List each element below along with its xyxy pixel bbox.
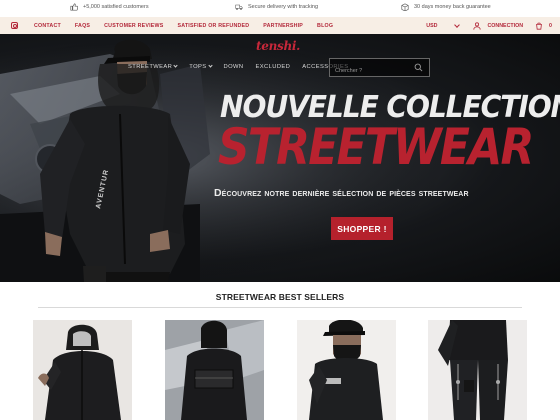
hero-headline-main: STREETWEAR	[218, 118, 534, 176]
thumbs-up-icon	[70, 3, 78, 11]
nav-link-contact[interactable]: CONTACT	[34, 23, 61, 29]
main-nav-label: DOWN	[223, 64, 244, 70]
product-card[interactable]	[165, 320, 264, 420]
nav-link-satisfied-or-refunded[interactable]: SATISFIED OR REFUNDED	[177, 23, 249, 29]
info-secure-delivery: Secure delivery with tracking	[235, 3, 318, 11]
hero-banner: AVENTUR tenshi. STREETWEAR TOPS DOWN EXC…	[0, 34, 560, 282]
delivery-truck-icon	[235, 4, 243, 10]
user-icon[interactable]	[473, 21, 482, 30]
model-photo: AVENTUR	[40, 39, 190, 282]
cart-icon[interactable]	[535, 22, 543, 30]
product-image	[297, 320, 396, 420]
main-nav-label: EXCLUDED	[255, 64, 291, 70]
info-bar: +5,000 satisfied customers Secure delive…	[0, 0, 560, 17]
main-nav-label: STREETWEAR	[128, 64, 173, 70]
main-nav-excluded[interactable]: EXCLUDED	[256, 64, 291, 70]
chevron-down-icon	[454, 21, 461, 28]
info-money-back: 30 days money back guarantee	[401, 3, 491, 11]
product-image	[428, 320, 527, 420]
currency-selector[interactable]: USD	[426, 21, 461, 29]
best-sellers-title: STREETWEAR BEST SELLERS	[215, 292, 345, 302]
site-logo[interactable]: tenshi.	[256, 39, 300, 53]
main-nav-tops[interactable]: TOPS	[189, 63, 213, 70]
main-nav: STREETWEAR TOPS DOWN EXCLUDED ACCESSORIE…	[128, 63, 349, 70]
cart-count: 0	[549, 22, 552, 29]
product-card[interactable]	[297, 320, 396, 420]
return-box-icon	[401, 3, 409, 11]
product-grid	[0, 320, 560, 420]
main-nav-streetwear[interactable]: STREETWEAR	[128, 63, 178, 70]
secondary-nav-right: USD CONNECTION 0	[426, 17, 552, 34]
info-satisfied-customers: +5,000 satisfied customers	[70, 3, 149, 11]
product-card[interactable]	[33, 320, 132, 420]
connection-link[interactable]: CONNECTION	[487, 23, 523, 29]
product-image	[33, 320, 132, 420]
search-box	[329, 58, 430, 80]
hero-subline: Découvrez notre dernière sélection de pi…	[214, 187, 469, 199]
main-nav-down[interactable]: DOWN	[224, 64, 244, 70]
section-divider	[38, 307, 522, 308]
shop-now-button[interactable]: SHOPPER !	[331, 217, 393, 240]
chevron-down-icon	[173, 63, 178, 68]
instagram-icon[interactable]	[11, 22, 18, 29]
product-image	[165, 320, 264, 420]
nav-link-customer-reviews[interactable]: CUSTOMER REVIEWS	[104, 23, 163, 29]
info-text: Secure delivery with tracking	[248, 4, 319, 10]
info-text: 30 days money back guarantee	[414, 4, 491, 10]
nav-link-partnership[interactable]: PARTNERSHIP	[263, 23, 303, 29]
search-icon[interactable]	[414, 63, 423, 72]
nav-link-blog[interactable]: BLOG	[317, 23, 333, 29]
chevron-down-icon	[207, 63, 213, 68]
search-input[interactable]	[330, 62, 410, 80]
secondary-nav-links: CONTACT FAQS CUSTOMER REVIEWS SATISFIED …	[11, 17, 333, 34]
product-card[interactable]	[428, 320, 527, 420]
currency-value: USD	[426, 22, 438, 29]
secondary-nav: CONTACT FAQS CUSTOMER REVIEWS SATISFIED …	[0, 17, 560, 34]
info-text: +5,000 satisfied customers	[83, 4, 149, 10]
main-nav-label: TOPS	[189, 64, 207, 70]
nav-link-faqs[interactable]: FAQS	[75, 23, 90, 29]
